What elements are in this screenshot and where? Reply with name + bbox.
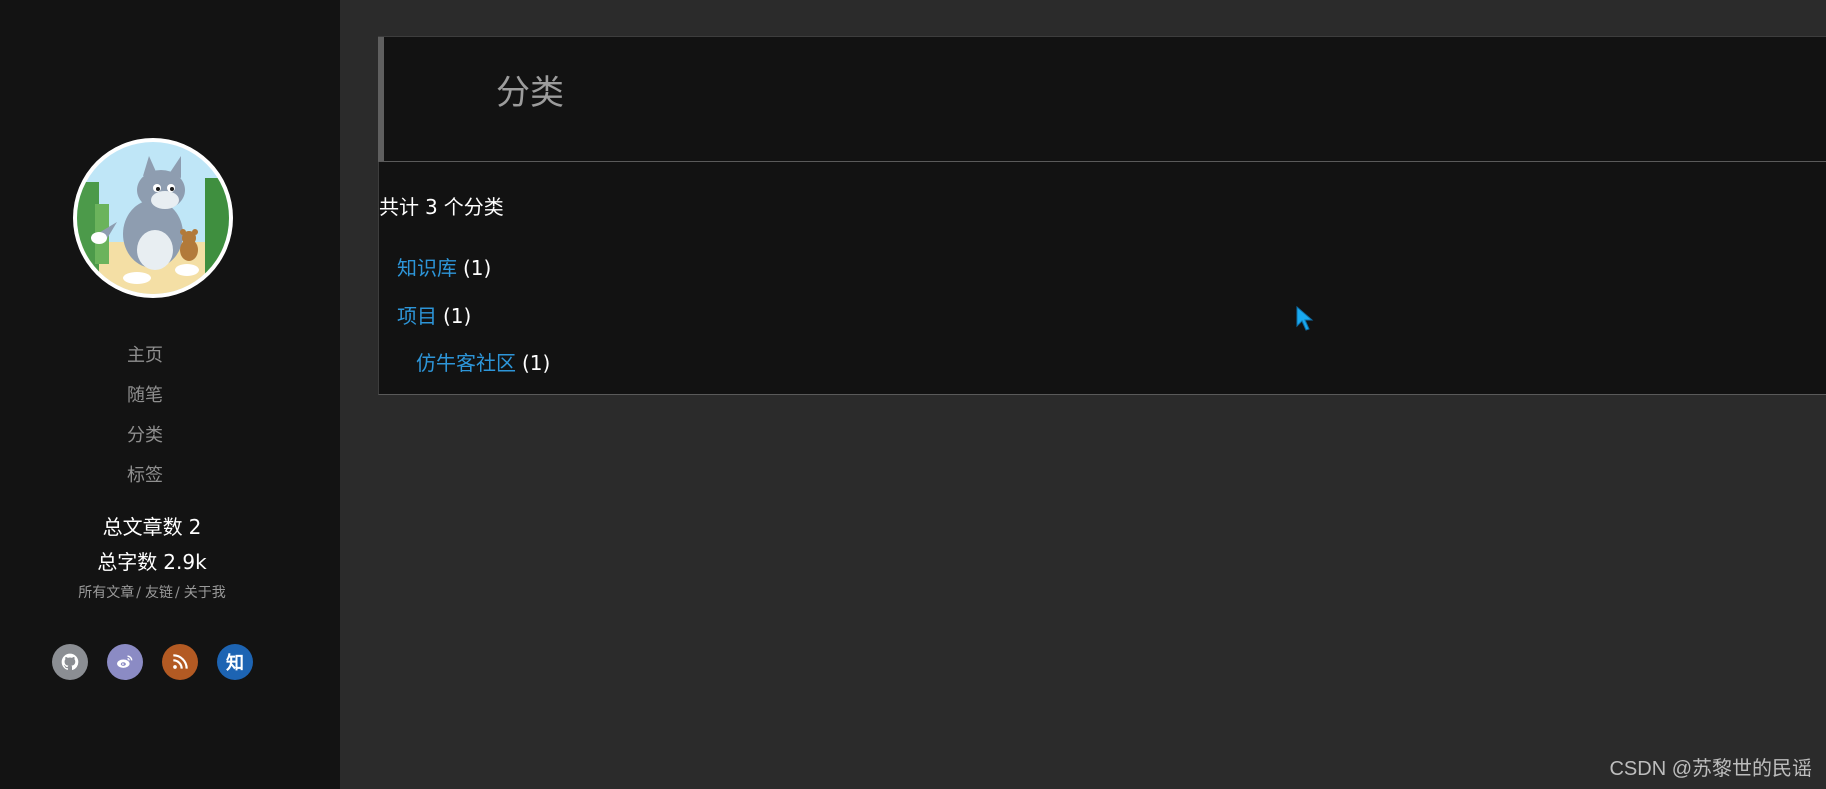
github-icon[interactable] xyxy=(52,644,88,680)
word-count: 总字数 2.9k xyxy=(0,545,304,580)
link-separator: / xyxy=(175,585,180,601)
category-item: 仿牛客社区 (1) xyxy=(416,349,550,377)
category-count: (1) xyxy=(463,256,492,280)
category-link-projects[interactable]: 项目 xyxy=(397,304,437,328)
category-summary-suffix: 个分类 xyxy=(443,195,504,219)
article-count-label: 总文章数 xyxy=(102,515,183,539)
category-count: (1) xyxy=(443,304,472,328)
category-list: 共计 3 个分类 知识库 (1) 项目 (1) 仿牛客社区 (1) xyxy=(378,162,1826,395)
friends-link[interactable]: 友链 xyxy=(145,585,173,601)
category-link-nowcoder-community[interactable]: 仿牛客社区 xyxy=(416,351,516,375)
mouse-cursor-icon xyxy=(1296,306,1314,331)
nav-item-home[interactable]: 主页 xyxy=(0,340,290,380)
word-count-label: 总字数 xyxy=(97,550,158,574)
avatar-image xyxy=(77,142,229,294)
zhihu-icon[interactable]: 知 xyxy=(217,644,253,680)
about-link[interactable]: 关于我 xyxy=(184,585,226,601)
quick-links: 所有文章 / 友链 / 关于我 xyxy=(0,582,304,602)
header-accent-bar xyxy=(378,37,384,161)
link-separator: / xyxy=(136,585,141,601)
site-stats: 总文章数 2 总字数 2.9k xyxy=(0,510,304,580)
nav-item-categories[interactable]: 分类 xyxy=(0,420,290,460)
zhihu-label: 知 xyxy=(226,653,244,674)
category-summary: 共计 3 个分类 xyxy=(379,192,504,222)
category-count: (1) xyxy=(522,351,551,375)
page-title: 分类 xyxy=(496,73,564,113)
weibo-icon[interactable] xyxy=(107,644,143,680)
article-count: 总文章数 2 xyxy=(0,510,304,545)
page-header: 分类 xyxy=(378,36,1826,162)
word-count-value: 2.9k xyxy=(163,550,207,574)
category-summary-prefix: 共计 xyxy=(379,195,419,219)
category-summary-count: 3 xyxy=(425,195,438,219)
article-count-value: 2 xyxy=(188,515,202,539)
sidebar: 主页 随笔 分类 标签 总文章数 2 总字数 2.9k 所有文章 / 友链 / 关于我 知 xyxy=(0,0,340,789)
nav-item-tags[interactable]: 标签 xyxy=(0,460,290,500)
watermark: CSDN @苏黎世的民谣 xyxy=(1609,758,1812,780)
category-item: 项目 (1) xyxy=(397,302,471,330)
avatar[interactable] xyxy=(73,138,233,298)
nav-item-essays[interactable]: 随笔 xyxy=(0,380,290,420)
sidebar-nav: 主页 随笔 分类 标签 xyxy=(0,340,290,500)
category-item: 知识库 (1) xyxy=(397,254,491,282)
all-posts-link[interactable]: 所有文章 xyxy=(78,585,134,601)
category-link-knowledge-base[interactable]: 知识库 xyxy=(397,256,457,280)
rss-icon[interactable] xyxy=(162,644,198,680)
